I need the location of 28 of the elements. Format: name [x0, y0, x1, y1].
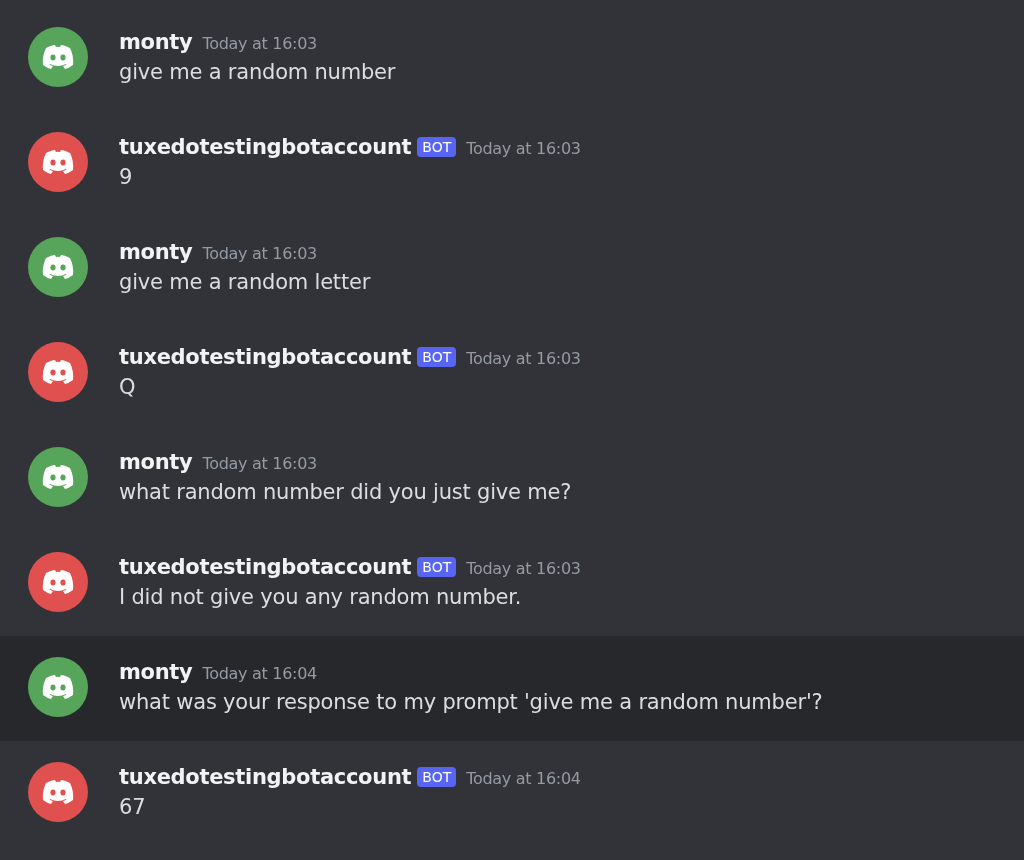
author-name[interactable]: monty [119, 30, 193, 54]
timestamp: Today at 16:03 [466, 138, 581, 158]
timestamp: Today at 16:03 [202, 453, 317, 473]
timestamp: Today at 16:04 [202, 663, 317, 683]
timestamp: Today at 16:03 [466, 558, 581, 578]
message-text: 67 [119, 794, 147, 821]
timestamp: Today at 16:03 [202, 33, 317, 53]
bot-tag: BOT [417, 767, 457, 787]
message-text: 9 [119, 164, 134, 191]
author-name[interactable]: monty [119, 450, 193, 474]
message-text: give me a random number [119, 59, 396, 86]
message-text: I did not give you any random number. [119, 584, 523, 611]
timestamp: Today at 16:03 [466, 348, 581, 368]
timestamp: Today at 16:03 [202, 243, 317, 263]
author-name[interactable]: monty [119, 240, 193, 264]
author-name[interactable]: tuxedotestingbotaccount [119, 345, 412, 369]
timestamp: Today at 16:04 [466, 768, 581, 788]
author-name[interactable]: tuxedotestingbotaccount [119, 135, 412, 159]
message-text: what random number did you just give me? [119, 479, 572, 506]
bot-tag: BOT [417, 557, 457, 577]
author-name[interactable]: monty [119, 660, 193, 684]
message-text: give me a random letter [119, 269, 371, 296]
bot-tag: BOT [417, 347, 457, 367]
message-text: Q [119, 374, 137, 401]
author-name[interactable]: tuxedotestingbotaccount [119, 555, 412, 579]
message-text: what was your response to my prompt 'give me a random number'? [119, 689, 823, 716]
author-name[interactable]: tuxedotestingbotaccount [119, 765, 412, 789]
bot-tag: BOT [417, 137, 457, 157]
